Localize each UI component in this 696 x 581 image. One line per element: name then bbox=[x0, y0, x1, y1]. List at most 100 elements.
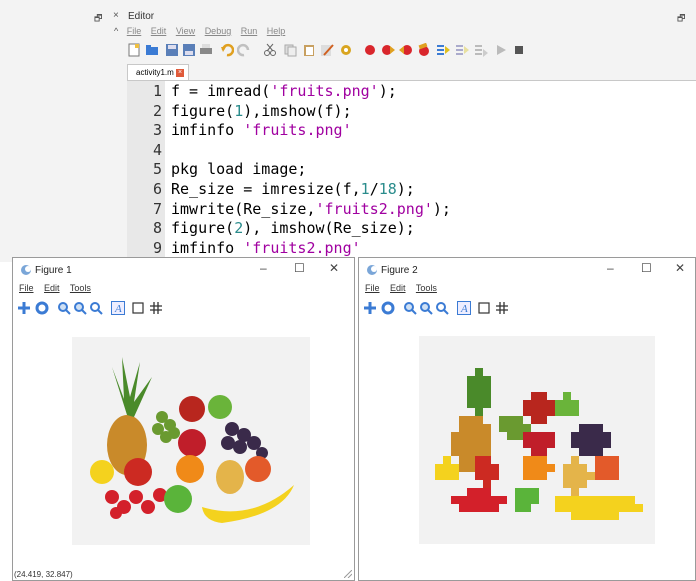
open-folder-icon[interactable] bbox=[145, 43, 159, 57]
cursor-coordinates: (24.419, 32.847) bbox=[14, 570, 73, 579]
rotate-icon[interactable] bbox=[35, 301, 49, 315]
svg-text:A: A bbox=[114, 303, 122, 315]
grid-icon[interactable] bbox=[149, 301, 163, 315]
code-line[interactable]: imwrite(Re_size,'fruits2.png'); bbox=[171, 200, 451, 218]
stop-icon[interactable] bbox=[512, 43, 526, 57]
prev-breakpoint-icon[interactable] bbox=[399, 43, 413, 57]
figure-1-title: Figure 1 bbox=[35, 265, 72, 276]
close-button[interactable]: ✕ bbox=[329, 261, 339, 275]
collapse-caret-icon[interactable]: ^ bbox=[114, 26, 118, 36]
save-icon[interactable] bbox=[165, 43, 179, 57]
fruits-image bbox=[90, 357, 294, 523]
code-line[interactable]: figure(2), imshow(Re_size); bbox=[171, 219, 415, 237]
cut-icon[interactable] bbox=[263, 43, 277, 57]
menu-tools[interactable]: Tools bbox=[70, 283, 91, 293]
zoom-out-icon[interactable] bbox=[419, 301, 433, 315]
figure-2-menu-bar: File Edit Tools bbox=[365, 283, 445, 293]
axes-box-icon[interactable] bbox=[131, 301, 145, 315]
figure-2-window: Figure 2 – ☐ ✕ File Edit Tools A bbox=[358, 257, 696, 581]
axes-box-icon[interactable] bbox=[477, 301, 491, 315]
line-number: 3 bbox=[152, 121, 162, 140]
close-tab-icon[interactable]: × bbox=[176, 69, 184, 77]
menu-file[interactable]: File bbox=[365, 283, 380, 293]
figure-2-title-bar: Figure 2 – ☐ ✕ bbox=[359, 258, 695, 284]
redo-icon[interactable] bbox=[237, 43, 251, 57]
menu-help[interactable]: Help bbox=[267, 26, 286, 36]
autoscale-icon[interactable] bbox=[435, 301, 449, 315]
editor-toolbar bbox=[127, 40, 627, 62]
line-number: 6 bbox=[152, 180, 162, 198]
zoom-out-icon[interactable] bbox=[73, 301, 87, 315]
line-number: 2 bbox=[152, 101, 162, 120]
breakpoint-icon[interactable] bbox=[363, 43, 377, 57]
figure-1-window: Figure 1 – ☐ ✕ File Edit Tools A bbox=[12, 257, 355, 581]
menu-file[interactable]: File bbox=[19, 283, 34, 293]
step-in-icon[interactable] bbox=[436, 43, 450, 57]
menu-edit[interactable]: Edit bbox=[390, 283, 406, 293]
undock-icon[interactable]: 🗗 bbox=[677, 11, 685, 27]
octave-logo-icon bbox=[367, 265, 377, 275]
zoom-in-icon[interactable] bbox=[403, 301, 417, 315]
menu-tools[interactable]: Tools bbox=[416, 283, 437, 293]
tab-label: activity1.m bbox=[136, 68, 174, 77]
figure-1-title-bar: Figure 1 – ☐ ✕ bbox=[13, 258, 354, 284]
code-line[interactable]: imfinfo 'fruits2.png' bbox=[171, 239, 361, 257]
figure-2-axes[interactable] bbox=[419, 336, 655, 544]
clear-breakpoints-icon[interactable] bbox=[417, 43, 431, 57]
maximize-button[interactable]: ☐ bbox=[641, 261, 652, 275]
step-over-icon[interactable] bbox=[455, 43, 469, 57]
pan-icon[interactable] bbox=[363, 301, 377, 315]
menu-edit[interactable]: Edit bbox=[151, 26, 167, 36]
figure-1-axes[interactable] bbox=[72, 337, 310, 545]
menu-edit[interactable]: Edit bbox=[44, 283, 60, 293]
code-line[interactable]: f = imread('fruits.png'); bbox=[171, 82, 397, 100]
autoscale-icon[interactable] bbox=[89, 301, 103, 315]
step-out-icon[interactable] bbox=[474, 43, 488, 57]
resize-grip-icon[interactable] bbox=[344, 570, 352, 578]
tab-activity1[interactable]: activity1.m × bbox=[127, 64, 189, 80]
line-number-gutter: 123456789 bbox=[127, 81, 165, 262]
menu-run[interactable]: Run bbox=[241, 26, 258, 36]
figure-2-title: Figure 2 bbox=[381, 265, 418, 276]
paste-icon[interactable] bbox=[302, 43, 316, 57]
line-number: 9 bbox=[152, 238, 162, 257]
grid-icon[interactable] bbox=[495, 301, 509, 315]
minimize-button[interactable]: – bbox=[607, 261, 614, 275]
new-file-icon[interactable] bbox=[127, 43, 141, 57]
editor-title: Editor bbox=[128, 11, 155, 22]
fruits-resized-image bbox=[435, 368, 643, 520]
code-line[interactable]: figure(1),imshow(f); bbox=[171, 102, 352, 120]
copy-icon[interactable] bbox=[283, 43, 297, 57]
menu-debug[interactable]: Debug bbox=[205, 26, 232, 36]
settings-gear-icon[interactable] bbox=[339, 43, 353, 57]
line-number: 7 bbox=[152, 199, 162, 218]
svg-text:A: A bbox=[460, 303, 468, 315]
maximize-button[interactable]: ☐ bbox=[294, 261, 305, 275]
zoom-in-icon[interactable] bbox=[57, 301, 71, 315]
menu-view[interactable]: View bbox=[176, 26, 195, 36]
undock-icon[interactable]: 🗗 bbox=[94, 11, 102, 27]
save-as-icon[interactable] bbox=[182, 43, 196, 57]
pan-icon[interactable] bbox=[17, 301, 31, 315]
line-number: 4 bbox=[152, 140, 162, 159]
code-line[interactable]: pkg load image; bbox=[171, 160, 306, 178]
close-button[interactable]: ✕ bbox=[675, 261, 685, 275]
code-line[interactable]: Re_size = imresize(f,1/18); bbox=[171, 180, 415, 198]
octave-logo-icon bbox=[21, 265, 31, 275]
minimize-button[interactable]: – bbox=[260, 261, 267, 275]
menu-file[interactable]: File bbox=[127, 26, 142, 36]
undo-icon[interactable] bbox=[220, 43, 234, 57]
insert-text-icon[interactable]: A bbox=[457, 301, 471, 315]
print-icon[interactable] bbox=[199, 43, 213, 57]
close-editor-button[interactable]: × bbox=[113, 10, 119, 21]
editor-title-bar: 🗗 × Editor 🗗 bbox=[0, 10, 696, 26]
next-breakpoint-icon[interactable] bbox=[381, 43, 395, 57]
code-line[interactable]: imfinfo 'fruits.png' bbox=[171, 121, 352, 139]
editor-menu-bar: ^ File Edit View Debug Run Help bbox=[114, 26, 292, 40]
line-number: 1 bbox=[152, 82, 162, 100]
rotate-icon[interactable] bbox=[381, 301, 395, 315]
code-area[interactable]: f = imread('fruits.png'); figure(1),imsho… bbox=[165, 81, 696, 262]
insert-text-icon[interactable]: A bbox=[111, 301, 125, 315]
edit-icon[interactable] bbox=[320, 43, 334, 57]
continue-icon[interactable] bbox=[494, 43, 508, 57]
